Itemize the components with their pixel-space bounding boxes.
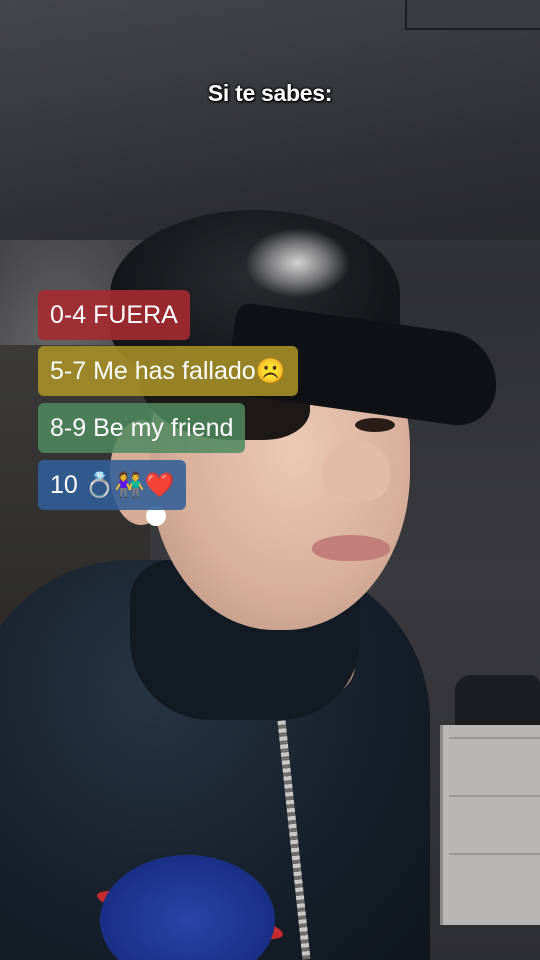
mouth [312, 535, 390, 561]
ceiling [0, 0, 540, 240]
bag-on-cabinet [455, 675, 540, 730]
eye [355, 418, 395, 432]
score-label-8-9: 8-9 Be my friend [38, 403, 246, 453]
score-label-text: 0-4 FUERA [50, 301, 178, 329]
score-label-5-7: 5-7 Me has fallado☹️ [38, 346, 298, 396]
frowning-face-icon: ☹️ [255, 357, 286, 385]
score-label-text: 5-7 Me has fallado [50, 357, 256, 385]
score-label-10: 10 💍👫❤️ [38, 460, 187, 510]
cabinet [440, 725, 540, 925]
ring-couple-heart-icons: 💍👫❤️ [84, 471, 175, 499]
score-label-text: 10 [50, 471, 78, 499]
score-label-0-4: 0-4 FUERA [38, 290, 190, 340]
caption-text: Si te sabes: [207, 80, 333, 106]
nose [322, 440, 390, 502]
cabinet-drawer [449, 795, 540, 853]
ceiling-lamp [405, 0, 540, 30]
cabinet-drawer [449, 853, 540, 911]
cap-logo [245, 228, 350, 298]
cabinet-drawer [449, 737, 540, 795]
score-label-text: 8-9 Be my friend [50, 414, 234, 442]
